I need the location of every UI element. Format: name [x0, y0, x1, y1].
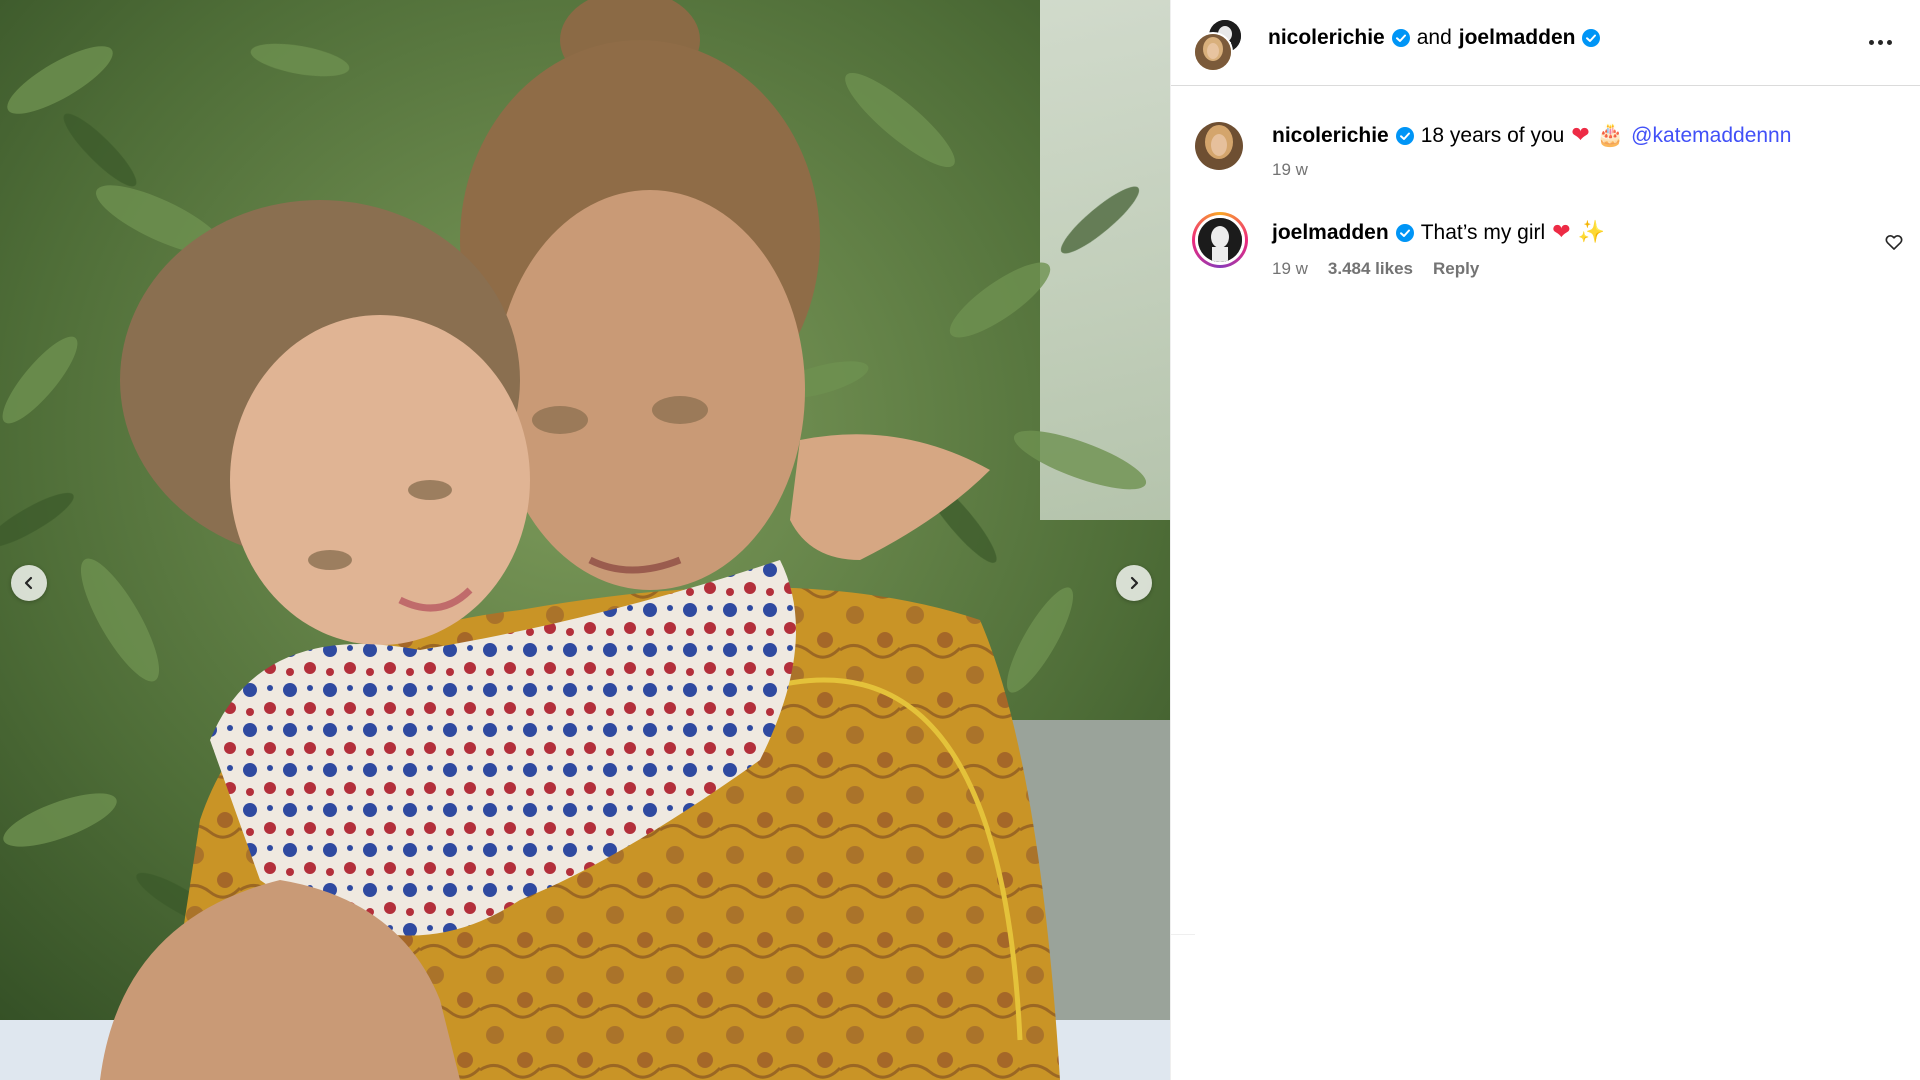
- author-username[interactable]: nicolerichie: [1268, 26, 1385, 50]
- heart-emoji: ❤: [1571, 123, 1590, 148]
- comment-time[interactable]: 19 w: [1272, 259, 1308, 279]
- caption-author-avatar[interactable]: [1195, 122, 1243, 170]
- previous-media-button[interactable]: [11, 565, 47, 601]
- verified-badge-icon: [1391, 29, 1410, 47]
- divider: [1171, 934, 1195, 935]
- verified-badge-icon: [1582, 29, 1601, 47]
- more-options-button[interactable]: [1865, 28, 1897, 56]
- caption-time[interactable]: 19 w: [1272, 160, 1308, 180]
- heart-emoji: ❤: [1552, 220, 1571, 245]
- comment-line: joelmadden That’s my girl ❤ ✨: [1272, 220, 1605, 245]
- verified-badge-icon: [1395, 223, 1414, 242]
- reply-button[interactable]: Reply: [1433, 259, 1479, 279]
- verified-badge-icon: [1395, 126, 1414, 145]
- collab-avatars[interactable]: [1193, 18, 1243, 72]
- post-header-names: nicolerichie and joelmadden: [1268, 26, 1601, 50]
- author-avatar[interactable]: [1193, 32, 1233, 72]
- birthday-cake-emoji: 🎂: [1596, 123, 1625, 148]
- commenter-avatar[interactable]: [1198, 218, 1242, 262]
- caption-mention[interactable]: @katemaddennn: [1631, 124, 1791, 148]
- comment-meta: 19 w 3.484 likes Reply: [1272, 259, 1479, 279]
- post-header: nicolerichie and joelmadden: [1171, 0, 1920, 86]
- next-media-button[interactable]: [1116, 565, 1152, 601]
- post-media[interactable]: [0, 0, 1170, 1080]
- caption-username[interactable]: nicolerichie: [1272, 124, 1389, 148]
- collaborator-username[interactable]: joelmadden: [1459, 26, 1576, 50]
- caption-meta: 19 w: [1272, 160, 1308, 180]
- comment-likes[interactable]: 3.484 likes: [1328, 259, 1413, 279]
- commenter-avatar-story-ring[interactable]: [1192, 212, 1248, 268]
- post-photo: [0, 0, 1170, 1080]
- comment-username[interactable]: joelmadden: [1272, 221, 1389, 245]
- chevron-left-icon: [24, 576, 33, 590]
- caption-line: nicolerichie 18 years of you ❤ 🎂 @katema…: [1272, 123, 1791, 148]
- caption-text: 18 years of you: [1420, 123, 1565, 147]
- post-details-panel: nicolerichie and joelmadden nicolerichie: [1170, 0, 1920, 1080]
- chevron-right-icon: [1130, 576, 1139, 590]
- header-joiner: and: [1416, 26, 1452, 49]
- heart-outline-icon[interactable]: [1884, 232, 1904, 252]
- sparkles-emoji: ✨: [1577, 220, 1606, 245]
- comment-text: That’s my girl: [1420, 220, 1546, 244]
